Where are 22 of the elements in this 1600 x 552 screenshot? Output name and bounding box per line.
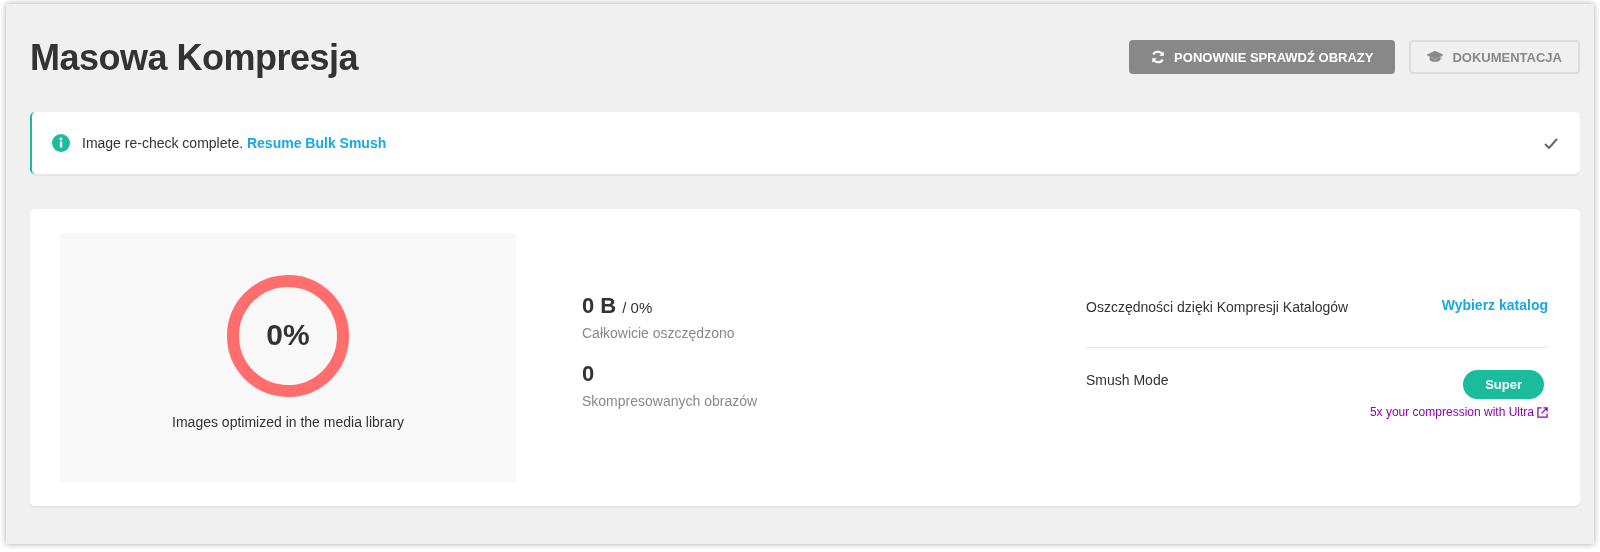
row-label: Oszczędności dzięki Kompresji Katalogów bbox=[1086, 298, 1349, 315]
stat-label: Całkowicie oszczędzono bbox=[582, 325, 736, 341]
select-directory-link[interactable]: Wybierz katalog bbox=[1441, 297, 1548, 313]
documentation-button[interactable]: DOKUMENTACJA bbox=[1409, 40, 1580, 74]
mode-badge: Super bbox=[1463, 370, 1544, 399]
upgrade-link[interactable]: 5x your compression with Ultra bbox=[1369, 405, 1548, 419]
check-icon bbox=[1544, 137, 1558, 149]
stat-percent: / 0% bbox=[622, 299, 653, 316]
page-title: Masowa Kompresja bbox=[30, 37, 359, 79]
graduation-cap-icon bbox=[1427, 51, 1444, 63]
resume-link[interactable]: Resume Bulk Smush bbox=[246, 135, 387, 151]
percent-value: 0% bbox=[265, 318, 311, 352]
refresh-icon bbox=[1151, 50, 1166, 64]
stat-value: 0 bbox=[582, 361, 595, 387]
ring-caption: Images optimized in the media library bbox=[172, 414, 404, 430]
row-label: Smush Mode bbox=[1086, 371, 1169, 388]
stat-label: Skompresowanych obrazów bbox=[582, 393, 759, 409]
external-link-icon bbox=[1537, 406, 1548, 418]
info-icon bbox=[52, 134, 70, 152]
recheck-button[interactable]: PONOWNIE SPRAWDŹ OBRAZY bbox=[1129, 40, 1396, 74]
notice-text: Image re-check complete. Resume Bulk Smush bbox=[82, 135, 387, 151]
stat-value: 0 B bbox=[582, 293, 617, 319]
